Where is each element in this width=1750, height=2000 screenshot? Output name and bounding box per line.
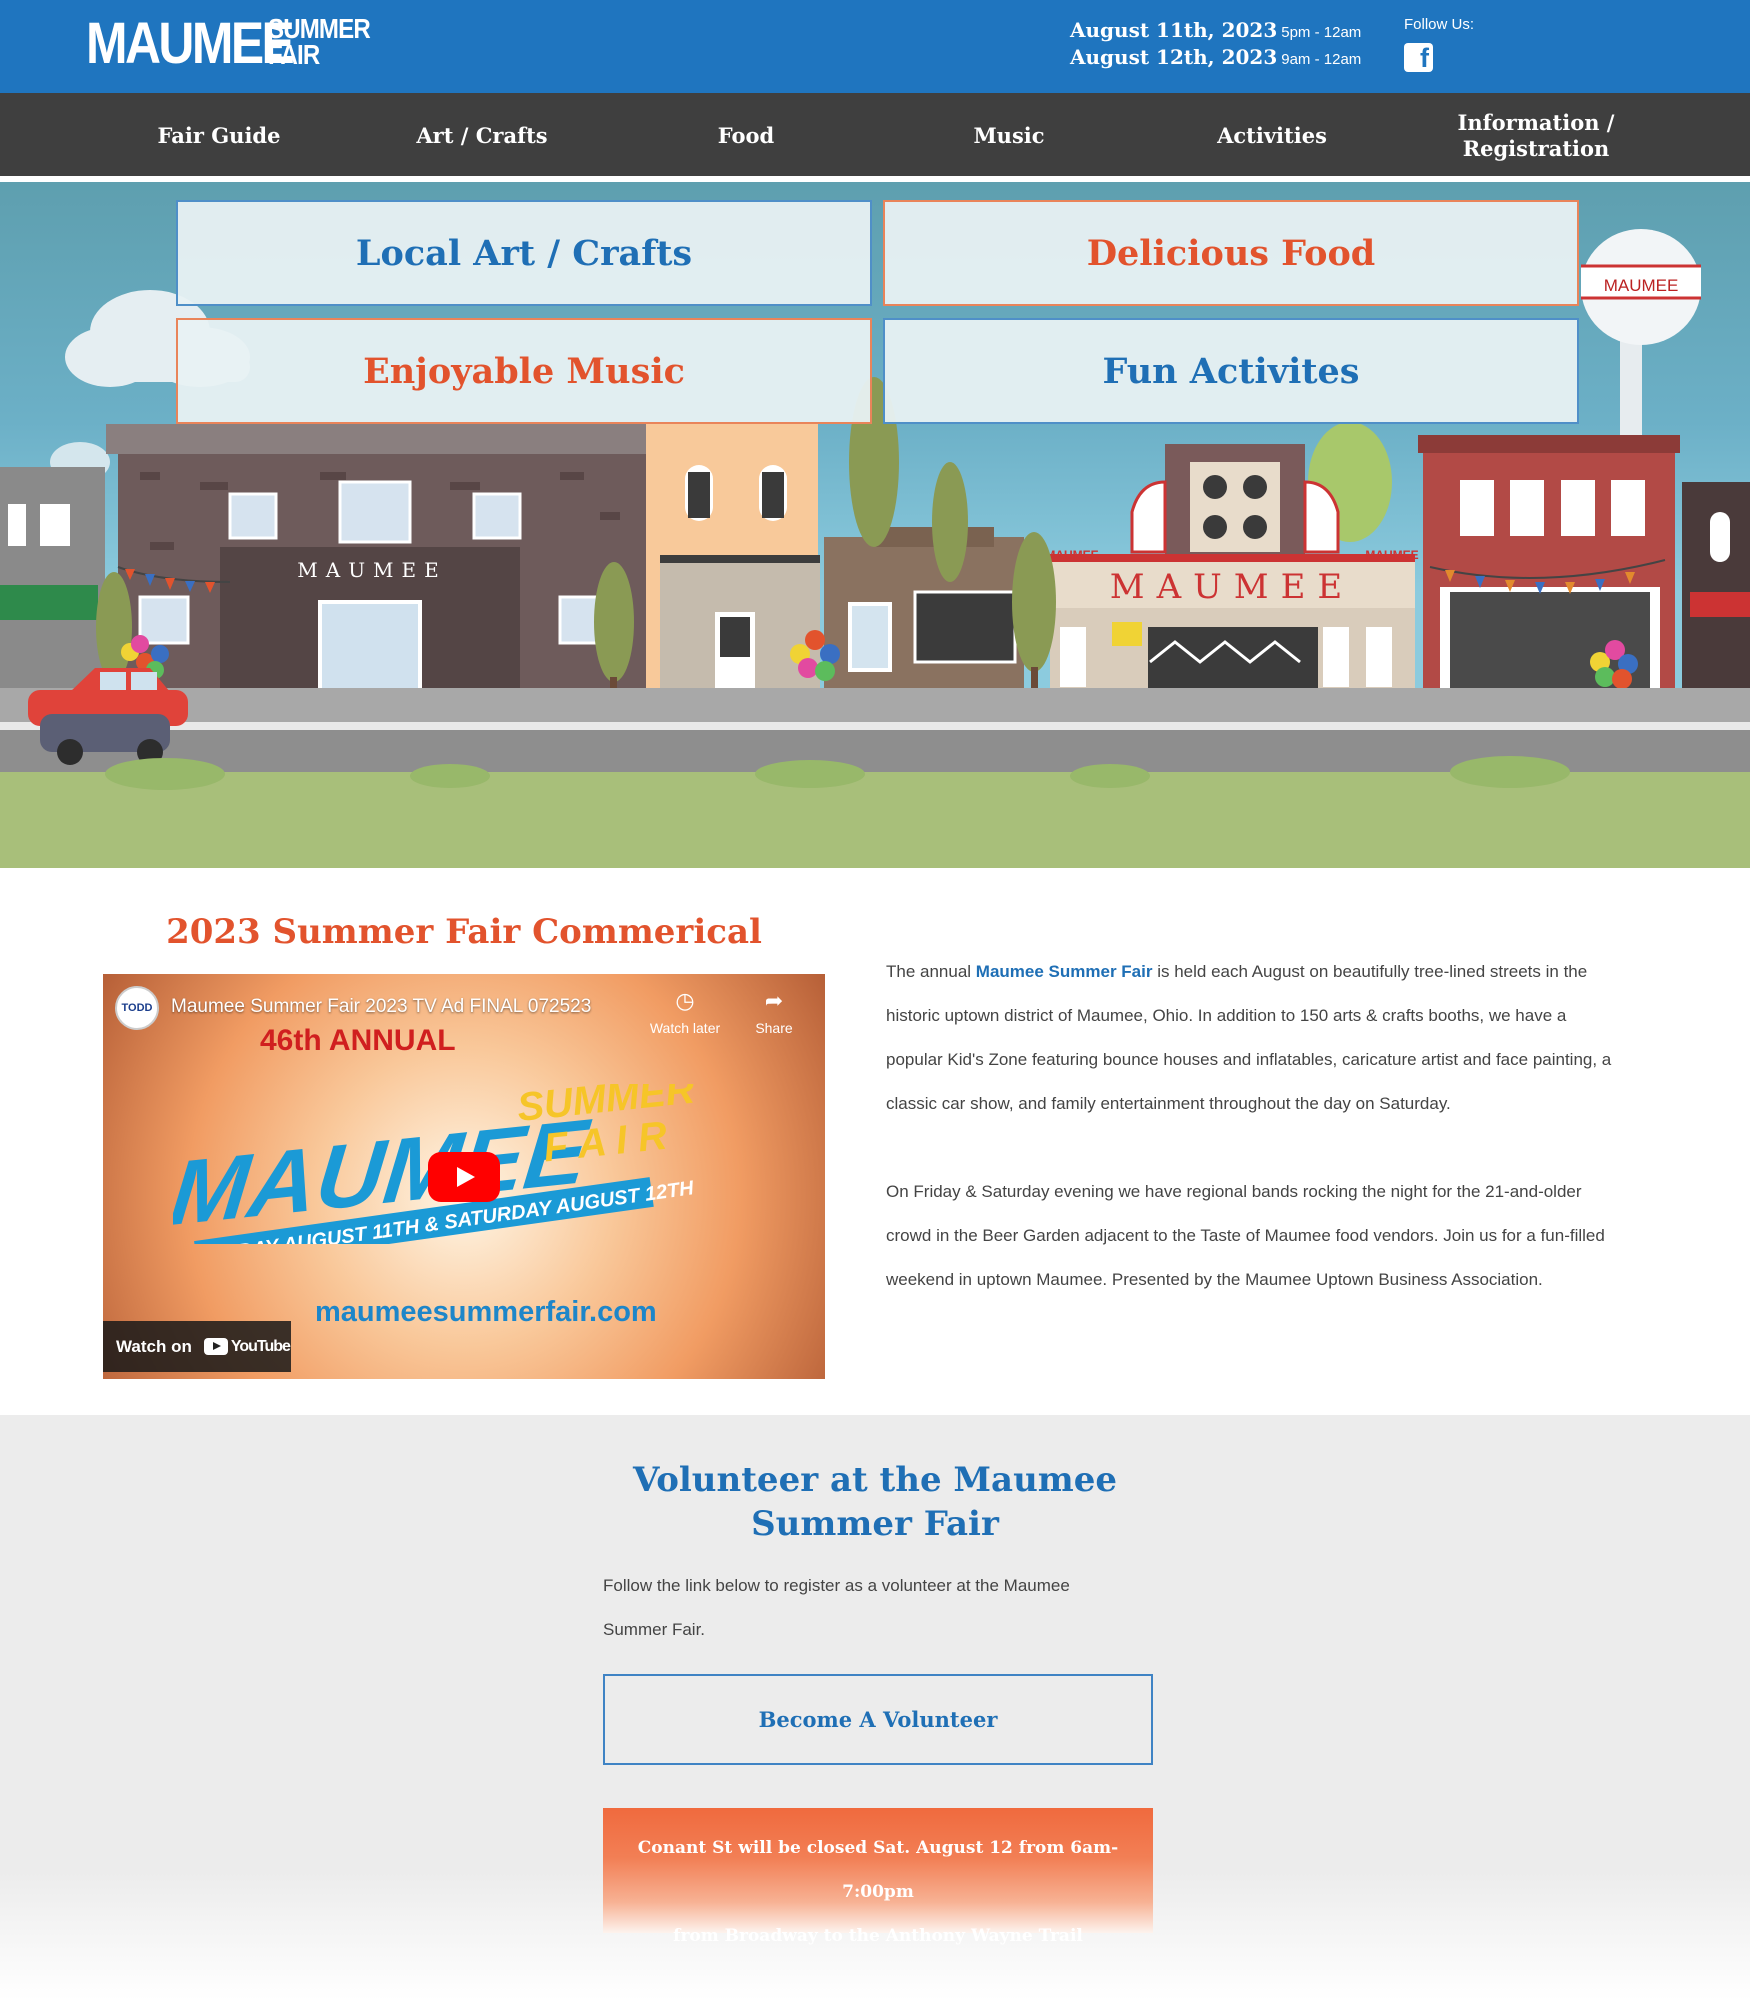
marquee-small-right: MAUMEE [1365, 548, 1418, 562]
road-closure-notice: Conant St will be closed Sat. August 12 … [603, 1808, 1153, 1946]
video-url-text: maumeesummerfair.com [315, 1296, 657, 1328]
tile-enjoyable-music[interactable]: Enjoyable Music [176, 318, 872, 424]
about-text: The annual Maumee Summer Fair is held ea… [886, 950, 1616, 1346]
nav-information-registration[interactable]: Information / Registration [1426, 93, 1646, 179]
volunteer-heading: Volunteer at the Maumee Summer Fair [632, 1460, 1118, 1544]
become-volunteer-button[interactable]: Become A Volunteer [603, 1674, 1153, 1765]
about-paragraph-2: On Friday & Saturday evening we have reg… [886, 1182, 1605, 1289]
clock-icon[interactable]: ◷ [655, 988, 715, 1014]
notice-line-2: from Broadway to the Anthony Wayne Trail [673, 1926, 1083, 1946]
share-label[interactable]: Share [729, 1020, 819, 1036]
nav-music[interactable]: Music [899, 93, 1119, 179]
follow-us-label: Follow Us: [1404, 16, 1475, 33]
nav-activities[interactable]: Activities [1162, 93, 1382, 179]
marquee-small-left: MAUMEE [1045, 548, 1098, 562]
facebook-icon[interactable]: f [1404, 43, 1433, 73]
maumee-summer-fair-link[interactable]: Maumee Summer Fair [976, 962, 1153, 981]
watch-later-label[interactable]: Watch later [640, 1020, 730, 1036]
nav-art-crafts[interactable]: Art / Crafts [372, 93, 592, 179]
water-tower-label: MAUMEE [1604, 276, 1679, 295]
water-tower: MAUMEE [1581, 229, 1701, 442]
tile-local-art-crafts[interactable]: Local Art / Crafts [176, 200, 872, 306]
theater-sign: MAUMEE [1110, 567, 1354, 607]
logo-summer-fair-text: SUMMER FAIR [268, 13, 371, 70]
about-paragraph-1: The annual Maumee Summer Fair is held ea… [886, 962, 1612, 1113]
youtube-video-embed[interactable]: TODD Maumee Summer Fair 2023 TV Ad FINAL… [103, 974, 825, 1379]
logo-maumee-text: MAUMEE [86, 11, 295, 76]
date-line-1: August 11th, 2023 5pm - 12am [1070, 18, 1362, 42]
commercial-heading: 2023 Summer Fair Commerical [166, 912, 762, 952]
nav-fair-guide[interactable]: Fair Guide [109, 93, 329, 179]
watch-on-youtube-button[interactable]: Watch on YouTube [103, 1321, 291, 1372]
date-line-2: August 12th, 2023 9am - 12am [1070, 45, 1362, 69]
top-header-bar: MAUMEE SUMMER FAIR August 11th, 2023 5pm … [0, 0, 1750, 93]
building-sign: MAUMEE [297, 558, 446, 582]
nav-food[interactable]: Food [636, 93, 856, 179]
youtube-icon: YouTube [203, 1338, 291, 1356]
main-navigation: Fair Guide Art / Crafts Food Music Activ… [0, 93, 1750, 179]
site-logo[interactable]: MAUMEE SUMMER FAIR [86, 11, 371, 76]
hero-town-illustration: MAUMEE MAUMEE MAUMEE MAUMEE MAUMEE Local… [0, 182, 1750, 868]
video-title[interactable]: Maumee Summer Fair 2023 TV Ad FINAL 0725… [171, 996, 591, 1018]
tile-delicious-food[interactable]: Delicious Food [883, 200, 1579, 306]
tile-fun-activities[interactable]: Fun Activites [883, 318, 1579, 424]
channel-avatar[interactable]: TODD [115, 986, 159, 1030]
volunteer-description: Follow the link below to register as a v… [603, 1576, 1070, 1639]
share-icon[interactable]: ➦ [744, 988, 804, 1014]
notice-line-1: Conant St will be closed Sat. August 12 … [637, 1838, 1119, 1902]
annual-label: 46th ANNUAL [260, 1024, 456, 1057]
event-dates: August 11th, 2023 5pm - 12am August 12th,… [1070, 18, 1361, 72]
play-button-icon[interactable] [428, 1152, 500, 1202]
